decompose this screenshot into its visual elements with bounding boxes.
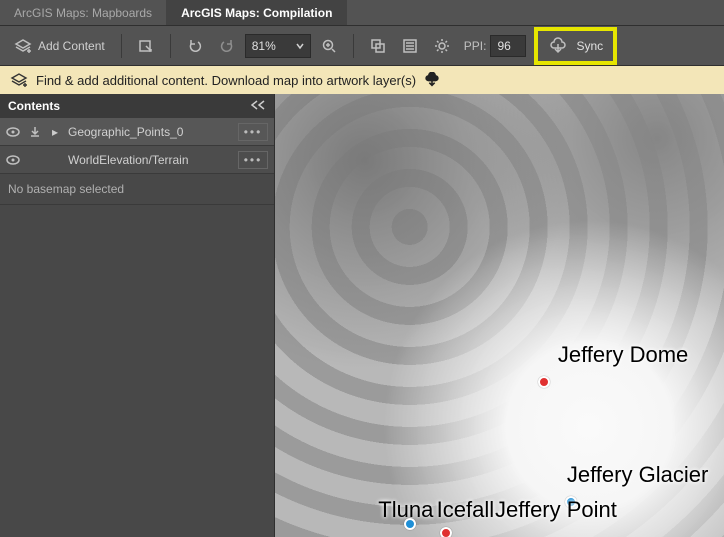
add-content-label: Add Content — [38, 39, 105, 53]
collapse-icon[interactable] — [250, 99, 266, 113]
expand-toggle[interactable]: ▸ — [50, 125, 60, 139]
contents-panel: Contents ▸ Geographic_Points_0 ••• World… — [0, 94, 275, 537]
map-point[interactable] — [440, 527, 452, 537]
layer-row[interactable]: WorldElevation/Terrain ••• — [0, 146, 274, 174]
ppi-label: PPI: — [464, 39, 487, 53]
layer-name: WorldElevation/Terrain — [68, 153, 230, 167]
sync-button[interactable] — [548, 32, 568, 60]
separator — [121, 34, 122, 58]
redo-icon — [219, 38, 235, 54]
settings-button[interactable] — [428, 32, 456, 60]
layers-plus-icon — [14, 37, 32, 55]
toolbar: Add Content 81% — [0, 26, 724, 66]
main-area: Contents ▸ Geographic_Points_0 ••• World… — [0, 94, 724, 537]
undo-icon — [187, 38, 203, 54]
list-icon — [402, 38, 418, 54]
terrain-background — [275, 94, 724, 537]
tab-compilation[interactable]: ArcGIS Maps: Compilation — [167, 0, 347, 25]
visibility-toggle[interactable] — [6, 153, 20, 167]
zoom-value: 81% — [252, 39, 276, 53]
map-point[interactable] — [404, 518, 416, 530]
ppi-input[interactable]: 96 — [490, 35, 526, 57]
cursor-icon — [138, 38, 154, 54]
cloud-download-icon[interactable] — [424, 72, 440, 88]
layer-row[interactable]: ▸ Geographic_Points_0 ••• — [0, 118, 274, 146]
panel-tabs: ArcGIS Maps: Mapboards ArcGIS Maps: Comp… — [0, 0, 724, 26]
tab-label: ArcGIS Maps: Mapboards — [14, 6, 152, 20]
ppi-value: 96 — [497, 39, 510, 53]
overlap-button[interactable] — [364, 32, 392, 60]
visibility-toggle[interactable] — [6, 125, 20, 139]
download-icon — [28, 126, 42, 138]
magnify-plus-icon — [321, 38, 337, 54]
list-button[interactable] — [396, 32, 424, 60]
map-view[interactable]: Jeffery Dome Jeffery Glacier Jeffery Poi… — [275, 94, 724, 537]
tab-label: ArcGIS Maps: Compilation — [181, 6, 332, 20]
tab-mapboards[interactable]: ArcGIS Maps: Mapboards — [0, 0, 167, 25]
zoom-in-button[interactable] — [315, 32, 343, 60]
overlap-icon — [370, 38, 386, 54]
add-content-button[interactable]: Add Content — [8, 32, 111, 60]
sync-highlight: Sync — [534, 27, 617, 65]
contents-title: Contents — [8, 99, 60, 113]
layer-name: Geographic_Points_0 — [68, 125, 230, 139]
contents-header: Contents — [0, 94, 274, 118]
zoom-select[interactable]: 81% — [245, 34, 311, 58]
layer-options-button[interactable]: ••• — [238, 123, 268, 141]
chevron-down-icon — [296, 42, 304, 50]
no-basemap-msg: No basemap selected — [0, 174, 274, 205]
map-point[interactable] — [565, 496, 577, 508]
layer-options-button[interactable]: ••• — [238, 151, 268, 169]
sync-label: Sync — [576, 39, 603, 53]
redo-button[interactable] — [213, 32, 241, 60]
separator — [353, 34, 354, 58]
select-tool-button[interactable] — [132, 32, 160, 60]
info-text: Find & add additional content. Download … — [36, 73, 416, 88]
separator — [170, 34, 171, 58]
cloud-sync-icon — [549, 37, 567, 55]
info-bar: Find & add additional content. Download … — [0, 66, 724, 94]
map-point[interactable] — [538, 376, 550, 388]
layers-plus-icon — [10, 71, 28, 89]
gear-icon — [434, 38, 450, 54]
undo-button[interactable] — [181, 32, 209, 60]
